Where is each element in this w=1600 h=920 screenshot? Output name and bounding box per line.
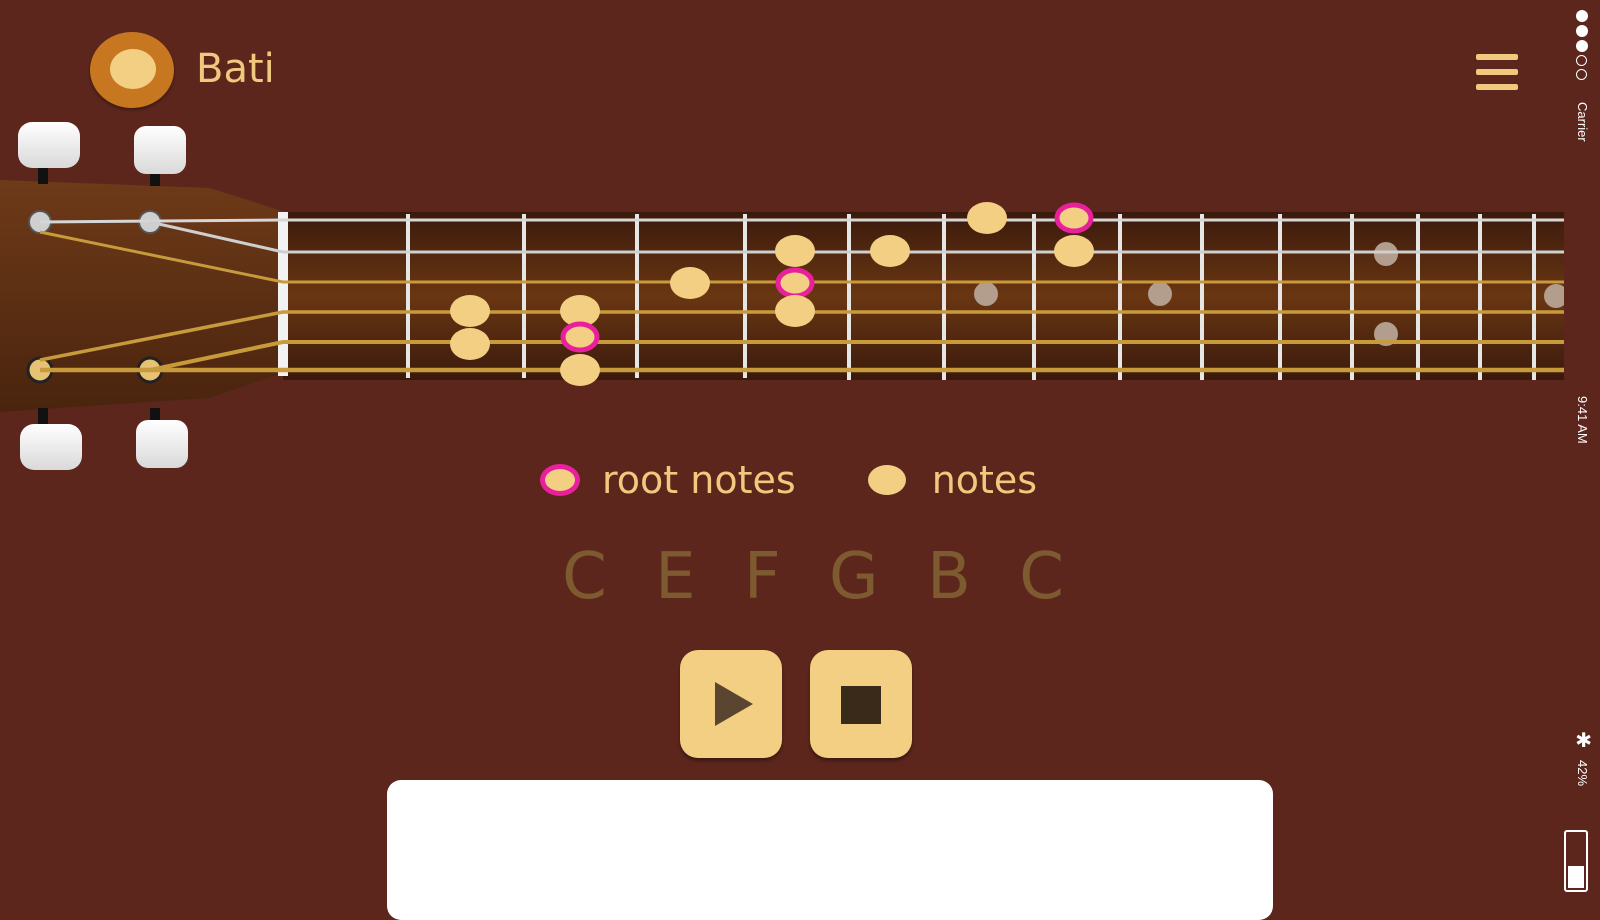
note-dot <box>450 295 490 327</box>
root-note-dot <box>1054 202 1094 234</box>
note-legend-icon <box>867 465 906 495</box>
legend: root notes notes <box>540 458 1109 502</box>
notes-label: notes <box>931 458 1038 502</box>
battery-icon <box>1564 830 1588 892</box>
note-dot <box>967 202 1007 234</box>
note-dot <box>560 354 600 386</box>
note-dot <box>775 235 815 267</box>
root-note-dot <box>560 321 600 353</box>
note-dot <box>670 267 710 299</box>
note-dot <box>870 235 910 267</box>
clock: 9:41 AM <box>1575 396 1590 444</box>
note-dot <box>1054 235 1094 267</box>
carrier-label: Carrier <box>1575 102 1590 142</box>
root-note-dot <box>775 267 815 299</box>
battery-percent: 42% <box>1575 760 1590 787</box>
bluetooth-icon: ✱ <box>1575 728 1592 752</box>
scale-notes: C E F G B C <box>562 540 1078 614</box>
stop-icon <box>841 686 881 724</box>
playback-controls <box>680 650 912 758</box>
root-note-legend-icon <box>540 464 580 496</box>
signal-strength-icon <box>1576 10 1588 80</box>
ad-banner[interactable] <box>387 780 1273 920</box>
stop-button[interactable] <box>810 650 912 758</box>
play-icon <box>715 682 753 726</box>
note-dot <box>775 295 815 327</box>
root-notes-label: root notes <box>602 458 796 502</box>
note-dot <box>450 328 490 360</box>
status-bar: Carrier 9:41 AM ✱ 42% <box>1564 0 1600 900</box>
guitar-neck <box>0 122 1564 470</box>
play-button[interactable] <box>680 650 782 758</box>
